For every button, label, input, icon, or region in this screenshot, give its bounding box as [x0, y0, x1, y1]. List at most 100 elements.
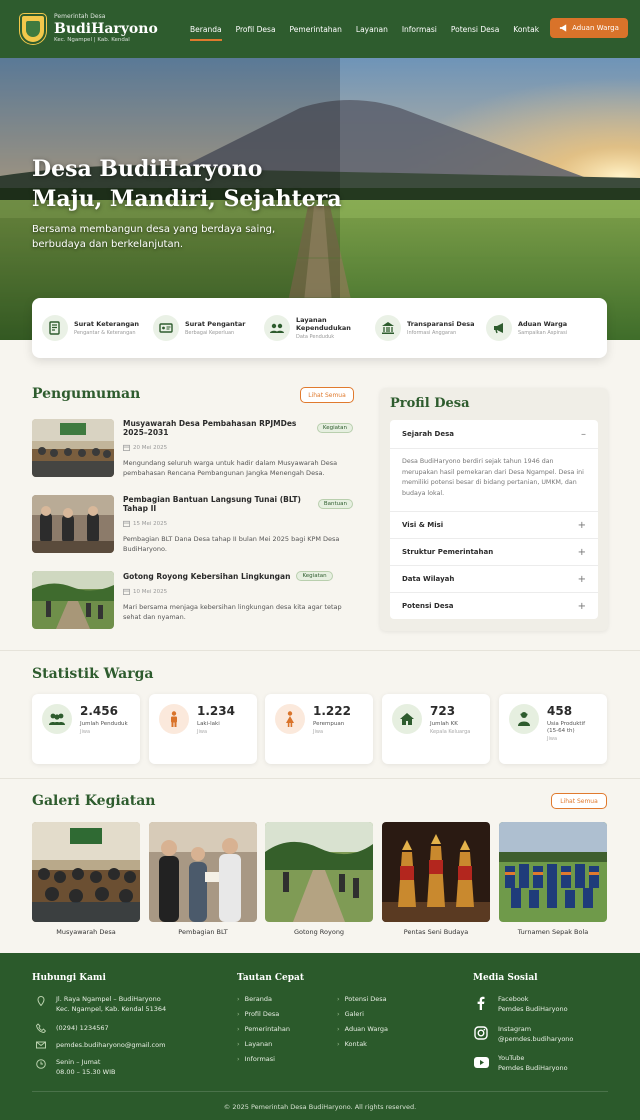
main-nav: Beranda Profil Desa Pemerintahan Layanan…: [190, 0, 539, 58]
service-sub: Sampaikan Aspirasi: [518, 330, 568, 336]
stat-label: Laki-laki: [197, 721, 220, 727]
nav-beranda[interactable]: Beranda: [190, 0, 222, 58]
nav-profil-desa[interactable]: Profil Desa: [236, 0, 276, 58]
service-layanan-kependudukan[interactable]: Layanan Kependudukan Data Penduduk: [264, 315, 375, 341]
chevron-right-icon: ›: [237, 1010, 240, 1018]
chevron-right-icon: ›: [237, 1025, 240, 1033]
footer-link[interactable]: › Informasi: [237, 1054, 275, 1064]
megaphone-icon: [486, 315, 512, 341]
youtube-icon[interactable]: [474, 1057, 489, 1068]
accordion-sejarah-desa[interactable]: Sejarah Desa –: [390, 420, 598, 448]
announcement-date-text: 15 Mei 2025: [133, 520, 168, 527]
nav-informasi[interactable]: Informasi: [402, 0, 437, 58]
hero-subtitle: Bersama membangun desa yang berdaya sain…: [32, 224, 276, 250]
accordion-label: Struktur Pemerintahan: [402, 548, 494, 556]
gallery-item[interactable]: Turnamen Sepak Bola: [499, 822, 607, 936]
accordion-struktur-pemerintahan[interactable]: Struktur Pemerintahan +: [390, 538, 598, 565]
gallery-item[interactable]: Pembagian BLT: [149, 822, 257, 936]
village-logo[interactable]: [20, 14, 46, 44]
profil-heading: Profil Desa: [390, 396, 470, 411]
announcement-date-text: 10 Mei 2025: [133, 588, 168, 595]
service-sub: Berbagai Keperluan: [185, 330, 235, 336]
expand-icon: +: [577, 600, 586, 612]
nav-layanan[interactable]: Layanan: [356, 0, 388, 58]
category-tag: Kegiatan: [296, 571, 333, 581]
expand-icon: +: [577, 573, 586, 585]
galeri-heading: Galeri Kegiatan: [32, 793, 156, 809]
footer-link[interactable]: › Pemerintahan: [237, 1024, 290, 1034]
accordion-visi-misi[interactable]: Visi & Misi +: [390, 511, 598, 538]
footer-link[interactable]: › Beranda: [237, 994, 272, 1004]
brand-subtitle: Pemerintah Desa: [54, 13, 106, 21]
worker-icon: [509, 704, 539, 734]
service-surat-keterangan[interactable]: Surat Keterangan Pengantar & Keterangan: [42, 315, 153, 341]
footer-link[interactable]: › Potensi Desa: [337, 994, 387, 1004]
stat-unit: Kepala Keluarga: [430, 729, 471, 735]
email-icon: [36, 1041, 46, 1049]
aduan-button-label: Aduan Warga: [572, 24, 619, 32]
footer-divider: [32, 1091, 608, 1092]
social-handle: Pemdes BudiHaryono: [498, 1064, 568, 1072]
footer-link[interactable]: › Profil Desa: [237, 1009, 279, 1019]
pengumuman-see-all-button[interactable]: Lihat Semua: [300, 387, 354, 403]
announcement-title-text: Gotong Royong Kebersihan Lingkungan: [123, 571, 291, 581]
gallery-item[interactable]: Musyawarah Desa: [32, 822, 140, 936]
chevron-right-icon: ›: [237, 1055, 240, 1063]
footer-address: Jl. Raya Ngampel – BudiHaryono Kec. Ngam…: [56, 994, 166, 1014]
accordion-potensi-desa[interactable]: Potensi Desa +: [390, 592, 598, 619]
male-icon: [159, 704, 189, 734]
social-facebook[interactable]: Facebook Pemdes BudiHaryono: [498, 994, 568, 1014]
footer-link[interactable]: › Layanan: [237, 1039, 272, 1049]
brand[interactable]: Pemerintah Desa BudiHaryono Kec. Ngampel…: [54, 14, 158, 44]
statistik-heading: Statistik Warga: [32, 666, 154, 682]
aduan-warga-button[interactable]: Aduan Warga: [550, 18, 628, 38]
stat-card-laki-laki: 1.234 Laki-laki Jiwa: [149, 694, 257, 764]
footer-phone[interactable]: (0294) 1234567: [56, 1023, 109, 1033]
social-youtube[interactable]: YouTube Pemdes BudiHaryono: [498, 1053, 568, 1073]
facebook-icon[interactable]: [475, 996, 487, 1010]
pentas-seni-photo: [382, 822, 490, 922]
service-surat-pengantar[interactable]: Surat Pengantar Berbagai Keperluan: [153, 315, 264, 341]
social-handle: @pemdes.budiharyono: [498, 1035, 574, 1043]
expand-icon: +: [577, 519, 586, 531]
service-transparansi-desa[interactable]: Transparansi Desa Informasi Anggaran: [375, 315, 486, 341]
accordion-data-wilayah[interactable]: Data Wilayah +: [390, 565, 598, 592]
footer-link[interactable]: › Aduan Warga: [337, 1024, 388, 1034]
social-instagram[interactable]: Instagram @pemdes.budiharyono: [498, 1024, 573, 1044]
stat-label: Perempuan: [313, 721, 345, 727]
nav-pemerintahan[interactable]: Pemerintahan: [290, 0, 342, 58]
service-sub: Pengantar & Keterangan: [74, 330, 136, 336]
chevron-right-icon: ›: [237, 995, 240, 1003]
stat-label: Jumlah KK: [430, 721, 458, 727]
footer-link[interactable]: › Kontak: [337, 1039, 367, 1049]
service-aduan-warga[interactable]: Aduan Warga Sampaikan Aspirasi: [486, 315, 597, 341]
footer-link-label: Aduan Warga: [344, 1025, 389, 1033]
announcement-item[interactable]: Pembagian Bantuan Langsung Tunai (BLT) T…: [32, 495, 353, 555]
gallery-item[interactable]: Pentas Seni Budaya: [382, 822, 490, 936]
announcement-title: Musyawarah Desa Pembahasan RPJMDes 2025–…: [123, 419, 353, 437]
footer-email[interactable]: pemdes.budiharyono@gmail.com: [56, 1040, 165, 1050]
stat-unit: Jiwa: [313, 729, 324, 735]
instagram-icon[interactable]: [474, 1026, 488, 1040]
footer-hours: Senin – Jumat 08.00 – 15.30 WIB: [56, 1057, 115, 1077]
accordion-label: Data Wilayah: [402, 575, 455, 583]
hours-line1: Senin – Jumat: [56, 1058, 101, 1066]
service-title: Aduan Warga: [518, 320, 568, 328]
announcement-item[interactable]: Gotong Royong Kebersihan Lingkungan Kegia…: [32, 571, 352, 631]
nav-potensi-desa[interactable]: Potensi Desa: [451, 0, 499, 58]
service-title: Surat Pengantar: [185, 320, 246, 328]
galeri-see-all-button[interactable]: Lihat Semua: [551, 793, 607, 809]
service-title: Transparansi Desa: [407, 320, 475, 328]
accordion-label: Potensi Desa: [402, 602, 454, 610]
social-name: YouTube: [498, 1054, 525, 1062]
quick-services-card: Surat Keterangan Pengantar & Keterangan S…: [32, 298, 607, 358]
footer-link[interactable]: › Galeri: [337, 1009, 364, 1019]
stat-unit: Jiwa: [547, 736, 558, 742]
musyawarah-photo: [32, 822, 140, 922]
top-navbar: Pemerintah Desa BudiHaryono Kec. Ngampel…: [0, 0, 640, 58]
announcement-item[interactable]: Musyawarah Desa Pembahasan RPJMDes 2025–…: [32, 419, 353, 479]
gallery-item[interactable]: Gotong Royong: [265, 822, 373, 936]
nav-kontak[interactable]: Kontak: [513, 0, 539, 58]
house-icon: [392, 704, 422, 734]
gallery-caption: Turnamen Sepak Bola: [517, 928, 589, 936]
